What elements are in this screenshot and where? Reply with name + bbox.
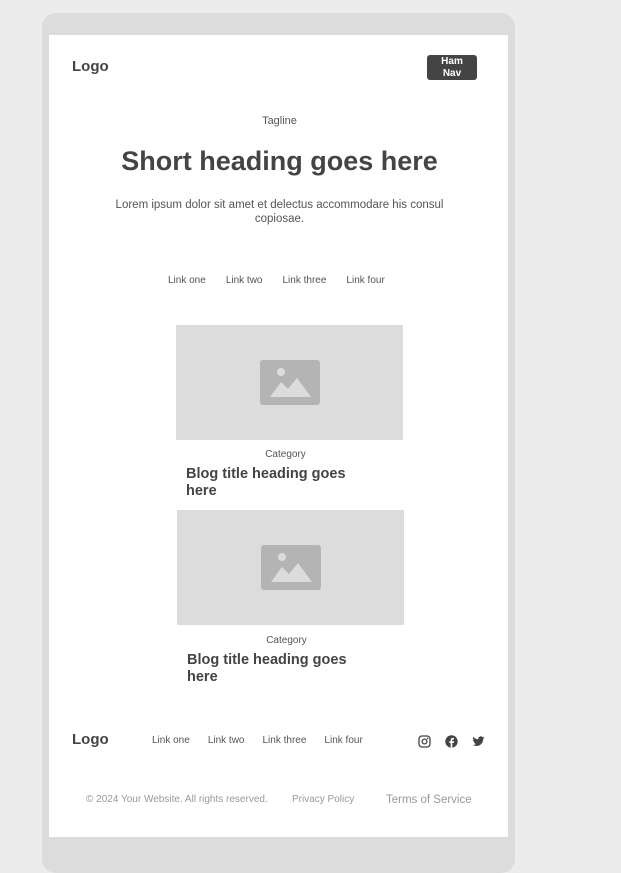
blog-category-1: Category xyxy=(265,449,306,460)
hero-tagline: Tagline xyxy=(262,115,297,127)
content-nav: Link one Link two Link three Link four xyxy=(168,275,405,286)
footer-link-two[interactable]: Link two xyxy=(208,735,245,746)
image-placeholder-icon xyxy=(259,360,320,405)
footer-link-three[interactable]: Link three xyxy=(263,735,307,746)
image-placeholder-icon xyxy=(260,545,321,590)
footer-nav: Link one Link two Link three Link four xyxy=(152,735,381,746)
nav-link-one[interactable]: Link one xyxy=(168,275,206,286)
blog-image-2[interactable] xyxy=(177,510,404,625)
blog-title-1[interactable]: Blog title heading goes here xyxy=(186,466,346,500)
header-logo[interactable]: Logo xyxy=(72,58,109,75)
twitter-icon[interactable] xyxy=(472,735,485,748)
terms-of-service-link[interactable]: Terms of Service xyxy=(386,794,472,806)
footer-link-four[interactable]: Link four xyxy=(324,735,362,746)
copyright-text: © 2024 Your Website. All rights reserved… xyxy=(86,794,268,805)
nav-link-four[interactable]: Link four xyxy=(346,275,384,286)
nav-link-three[interactable]: Link three xyxy=(283,275,327,286)
blog-image-1[interactable] xyxy=(176,325,403,440)
hamburger-menu-button[interactable]: Ham Nav xyxy=(427,55,477,80)
footer-link-one[interactable]: Link one xyxy=(152,735,190,746)
hero-description: Lorem ipsum dolor sit amet et delectus a… xyxy=(115,199,444,225)
blog-category-2: Category xyxy=(266,635,307,646)
blog-title-2[interactable]: Blog title heading goes here xyxy=(187,652,347,686)
hero-heading: Short heading goes here xyxy=(121,146,438,176)
privacy-policy-link[interactable]: Privacy Policy xyxy=(292,794,354,805)
nav-link-two[interactable]: Link two xyxy=(226,275,263,286)
footer-logo[interactable]: Logo xyxy=(72,731,109,748)
facebook-icon[interactable] xyxy=(445,735,458,748)
instagram-icon[interactable] xyxy=(418,735,431,748)
social-links xyxy=(418,735,485,748)
